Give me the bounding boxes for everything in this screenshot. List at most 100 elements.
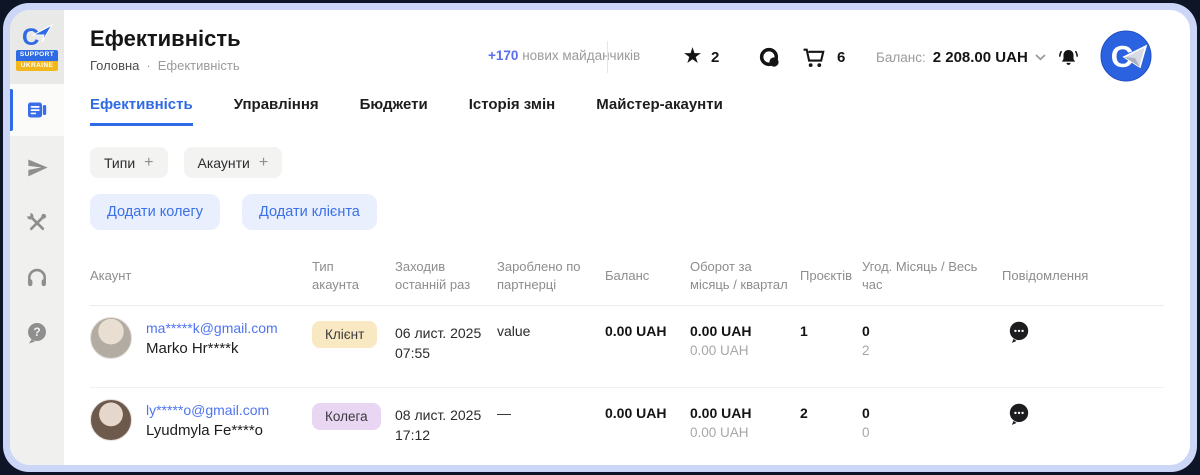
account-cell: ma*****k@gmail.com Marko Hr****k — [90, 306, 312, 359]
turnover-cell: 0.00 UAH 0.00 UAH — [690, 306, 800, 358]
main-area: Ефективність Головна · Ефективність +170… — [64, 10, 1190, 465]
balance-cell: 0.00 UAH — [605, 306, 690, 339]
message-bubble-icon[interactable] — [1006, 319, 1032, 345]
col-account-type: Тип акаунта — [312, 258, 395, 293]
new-platforms-label: нових майданчиків — [522, 48, 640, 63]
favorites-stat[interactable]: ★ 2 — [684, 46, 719, 68]
sidebar-item-feed[interactable] — [10, 84, 64, 136]
table-row: ly*****o@gmail.com Lyudmyla Fe****o Коле… — [90, 388, 1164, 465]
projects-cell: 2 — [800, 388, 862, 421]
sidebar-item-help[interactable]: ? — [25, 321, 49, 345]
account-type-badge: Колега — [312, 403, 381, 430]
account-cell: ly*****o@gmail.com Lyudmyla Fe****o — [90, 388, 312, 441]
deals-cell: 0 2 — [862, 306, 1002, 358]
message-bubble-icon[interactable] — [1006, 401, 1032, 427]
action-bar: Додати колегу Додати клієнта — [90, 194, 1190, 230]
turnover-quarter: 0.00 UAH — [690, 425, 790, 440]
balance-label: Баланс: — [876, 50, 926, 65]
accounts-table: Акаунт Тип акаунта Заходив останній раз … — [90, 258, 1164, 465]
filter-bar: Типи + Акаунти + — [90, 147, 1190, 178]
notification-bell-icon — [1057, 46, 1080, 69]
plus-icon: + — [144, 154, 153, 172]
support-ukraine-badge: SUPPORT UKRAINE — [16, 50, 58, 70]
messages-cell — [1002, 388, 1164, 430]
news-feed-icon — [25, 98, 49, 122]
breadcrumb-home[interactable]: Головна — [90, 58, 139, 73]
account-email[interactable]: ly*****o@gmail.com — [146, 402, 269, 418]
brand-logo-icon: C — [20, 23, 54, 49]
avatar[interactable] — [90, 399, 132, 441]
header-divider — [607, 41, 608, 73]
breadcrumb: Головна · Ефективність — [90, 58, 240, 73]
turnover-month: 0.00 UAH — [690, 405, 790, 421]
last-visit-date: 08 лист. 2025 — [395, 405, 487, 425]
ukraine-label: UKRAINE — [16, 61, 58, 71]
turnover-month: 0.00 UAH — [690, 323, 790, 339]
tab-budgets[interactable]: Бюджети — [360, 96, 428, 126]
partner-earned-cell: — — [497, 388, 605, 421]
cart-count: 6 — [837, 49, 845, 66]
breadcrumb-current: Ефективність — [158, 58, 240, 73]
app-logo[interactable]: C — [1100, 30, 1152, 82]
sidebar-item-tools[interactable] — [25, 211, 49, 235]
deals-cell: 0 0 — [862, 388, 1002, 440]
filter-accounts-label: Акаунти — [198, 155, 250, 171]
filter-accounts[interactable]: Акаунти + — [184, 147, 283, 178]
plus-icon: + — [259, 154, 268, 172]
balance-cell: 0.00 UAH — [605, 388, 690, 421]
last-visit-cell: 06 лист. 2025 07:55 — [395, 306, 497, 364]
last-visit-cell: 08 лист. 2025 17:12 — [395, 388, 497, 446]
deals-all-time: 0 — [862, 425, 992, 440]
tab-efficiency[interactable]: Ефективність — [90, 96, 193, 126]
tools-icon — [25, 211, 49, 235]
new-platforms-count: +170 — [488, 48, 518, 63]
deals-month: 0 — [862, 323, 992, 339]
filter-types-label: Типи — [104, 155, 135, 171]
balance-value: 2 208.00 UAH — [933, 49, 1028, 66]
col-messages: Повідомлення — [1002, 267, 1164, 285]
sidebar-nav: ? — [10, 136, 64, 465]
account-email[interactable]: ma*****k@gmail.com — [146, 320, 278, 336]
partner-earned-cell: value — [497, 306, 605, 339]
avatar[interactable] — [90, 317, 132, 359]
topbar: Ефективність Головна · Ефективність +170… — [64, 10, 1190, 90]
sidebar-item-support[interactable] — [25, 266, 49, 290]
add-colleague-button[interactable]: Додати колегу — [90, 194, 220, 230]
col-account: Акаунт — [90, 267, 312, 285]
app-card: C SUPPORT UKRAINE — [10, 10, 1190, 465]
send-icon — [26, 157, 49, 180]
last-visit-date: 06 лист. 2025 — [395, 323, 487, 343]
col-deals: Угод. Місяць / Весь час — [862, 258, 1002, 293]
tab-management[interactable]: Управління — [234, 96, 319, 126]
account-name: Marko Hr****k — [146, 340, 278, 357]
chat-stat[interactable] — [758, 46, 781, 69]
support-label: SUPPORT — [16, 50, 58, 60]
sidebar: C SUPPORT UKRAINE — [10, 10, 64, 465]
star-icon: ★ — [684, 46, 701, 68]
tab-change-history[interactable]: Історія змін — [469, 96, 555, 126]
app-logo-icon: C — [1100, 30, 1152, 82]
filter-types[interactable]: Типи + — [90, 147, 168, 178]
cart-stat[interactable]: 6 — [802, 46, 845, 69]
col-projects: Проєктів — [800, 267, 862, 285]
last-visit-time: 07:55 — [395, 343, 487, 363]
turnover-cell: 0.00 UAH 0.00 UAH — [690, 388, 800, 440]
cart-icon — [802, 46, 827, 69]
chat-icon — [758, 46, 781, 69]
table-row: ma*****k@gmail.com Marko Hr****k Клієнт … — [90, 306, 1164, 388]
sidebar-item-send[interactable] — [25, 156, 49, 180]
col-last-visit: Заходив останній раз — [395, 258, 497, 293]
active-indicator — [10, 89, 13, 131]
notifications-button[interactable] — [1056, 45, 1080, 69]
last-visit-time: 17:12 — [395, 425, 487, 445]
add-client-button[interactable]: Додати клієнта — [242, 194, 377, 230]
account-type-badge: Клієнт — [312, 321, 377, 348]
deals-all-time: 2 — [862, 343, 992, 358]
new-platforms-link[interactable]: +170 нових майданчиків — [488, 48, 640, 63]
window-frame: C SUPPORT UKRAINE — [3, 3, 1197, 472]
tab-master-accounts[interactable]: Майстер-акаунти — [596, 96, 723, 126]
svg-text:?: ? — [33, 325, 40, 339]
balance-dropdown[interactable]: Баланс: 2 208.00 UAH — [876, 49, 1046, 66]
col-turnover: Оборот за місяць / квартал — [690, 258, 800, 293]
sidebar-logo[interactable]: C SUPPORT UKRAINE — [10, 10, 64, 84]
